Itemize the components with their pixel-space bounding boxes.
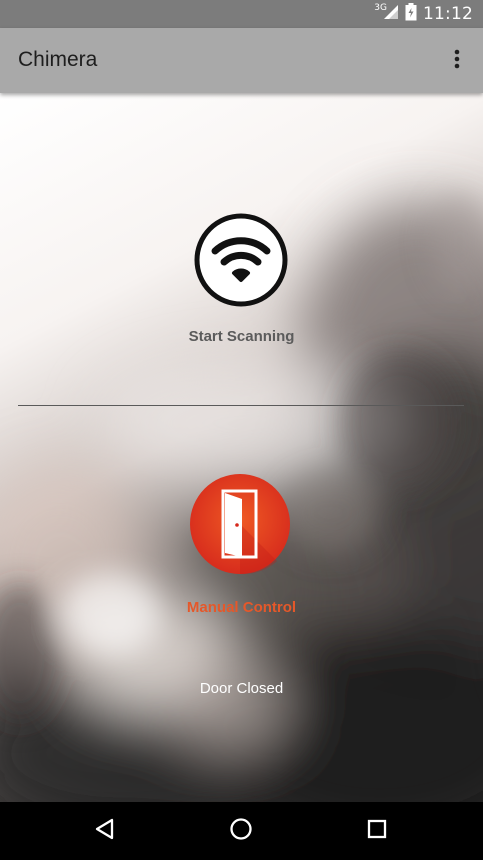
door-icon [189,474,291,579]
navigation-bar [0,802,483,860]
recents-icon [366,818,388,845]
start-scanning-label[interactable]: Start Scanning [0,328,483,345]
divider [18,405,464,406]
overflow-menu-icon [454,49,460,74]
app-bar: Chimera [0,28,483,93]
overflow-menu-button[interactable] [445,46,469,76]
status-time: 11:12 [423,4,473,24]
wifi-icon [193,213,289,312]
network-type: 3G [374,3,387,13]
status-bar: 3G 11:12 [0,0,483,28]
status-icons: 3G 11:12 [374,0,473,28]
recents-button[interactable] [362,816,392,846]
manual-control-label[interactable]: Manual Control [0,599,483,616]
door-status-text: Door Closed [199,680,284,697]
main-content: Start Scanning Manual Control Door Close… [0,93,483,802]
battery-icon [405,2,417,26]
back-button[interactable] [90,816,120,846]
home-icon [229,817,253,846]
manual-control-button[interactable] [189,473,291,575]
home-button[interactable] [226,816,256,846]
back-icon [94,818,116,845]
app-title: Chimera [18,48,98,71]
start-scanning-button[interactable] [193,212,289,308]
